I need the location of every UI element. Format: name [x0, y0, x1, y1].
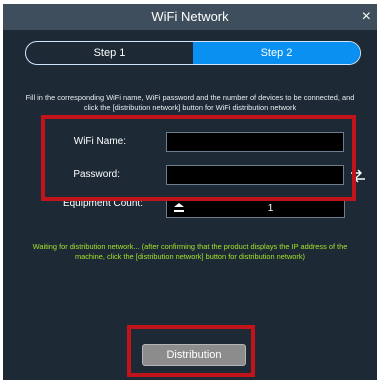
password-input[interactable] [166, 165, 344, 185]
stepper-up-icon[interactable] [173, 202, 185, 208]
wifi-network-dialog: WiFi Network × Step 1 Step 2 Fill in the… [3, 4, 377, 380]
wifi-name-label: WiFi Name: [73, 136, 126, 147]
dialog-title: WiFi Network [151, 9, 229, 24]
status-text: Waiting for distribution network... (aft… [32, 242, 348, 261]
equipment-count-label: Equipment Count: [62, 198, 143, 209]
equipment-count-stepper[interactable]: 1 [166, 200, 345, 218]
wifi-name-input[interactable] [166, 132, 344, 152]
title-bar: WiFi Network × [3, 4, 377, 30]
stepper-down-icon[interactable] [173, 210, 185, 216]
close-icon[interactable]: × [362, 4, 371, 29]
instructions-text: Fill in the corresponding WiFi name, WiF… [25, 93, 355, 112]
password-label: Password: [73, 169, 120, 180]
swap-arrows-icon[interactable] [349, 169, 367, 183]
tab-step-2[interactable]: Step 2 [193, 42, 360, 64]
tab-step-1[interactable]: Step 1 [26, 42, 193, 64]
equipment-count-value: 1 [267, 203, 274, 214]
stepper-arrows-icon [173, 201, 185, 217]
distribution-button[interactable]: Distribution [142, 344, 246, 366]
step-indicator: Step 1 Step 2 [25, 41, 361, 65]
